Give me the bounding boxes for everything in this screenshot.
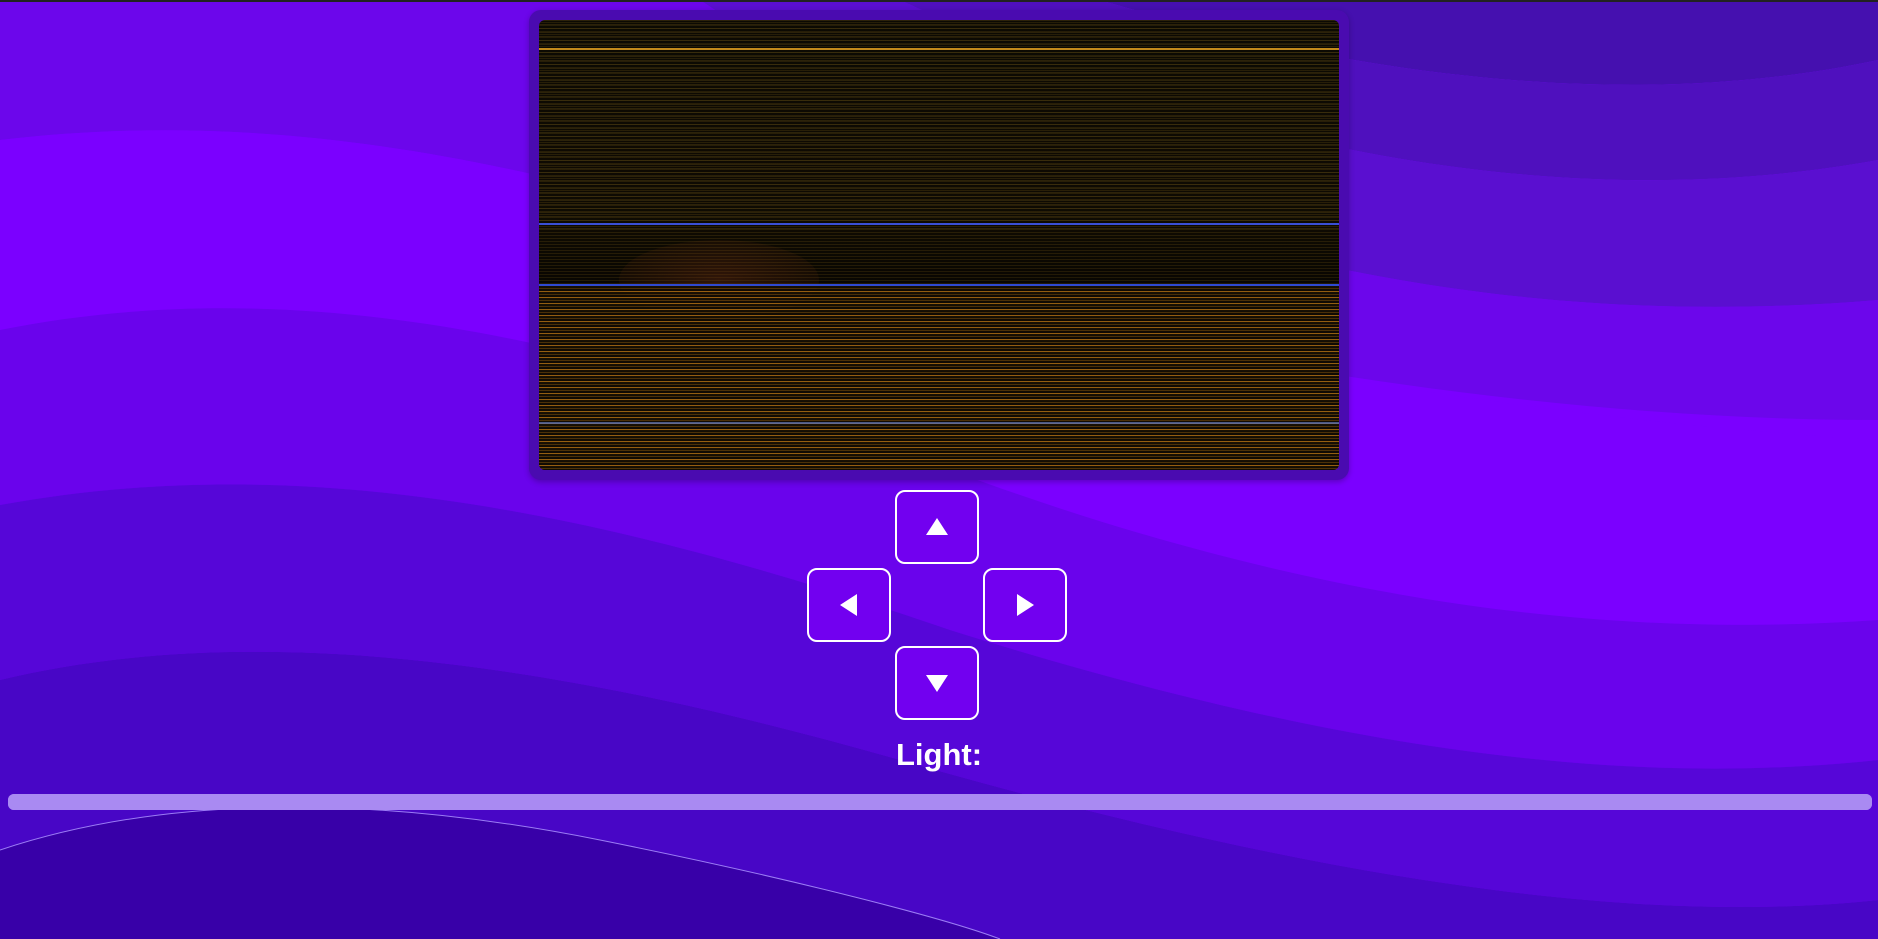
feed-line	[539, 284, 1339, 286]
move-right-button[interactable]	[983, 568, 1067, 642]
light-slider-fill	[8, 794, 1872, 810]
arrow-right-icon	[1017, 594, 1034, 616]
arrow-left-icon	[840, 594, 857, 616]
light-slider[interactable]	[8, 794, 1872, 810]
camera-frame	[529, 10, 1349, 480]
move-up-button[interactable]	[895, 490, 979, 564]
feed-scanlines-top	[539, 20, 1339, 230]
top-border	[0, 0, 1878, 2]
arrow-down-icon	[926, 675, 948, 692]
feed-line	[539, 48, 1339, 50]
light-label: Light:	[895, 737, 983, 772]
move-left-button[interactable]	[807, 568, 891, 642]
move-down-button[interactable]	[895, 646, 979, 720]
arrow-up-icon	[926, 518, 948, 535]
feed-line	[539, 223, 1339, 225]
feed-scanlines-bottom	[539, 285, 1339, 470]
camera-feed	[539, 20, 1339, 470]
feed-line	[539, 422, 1339, 424]
